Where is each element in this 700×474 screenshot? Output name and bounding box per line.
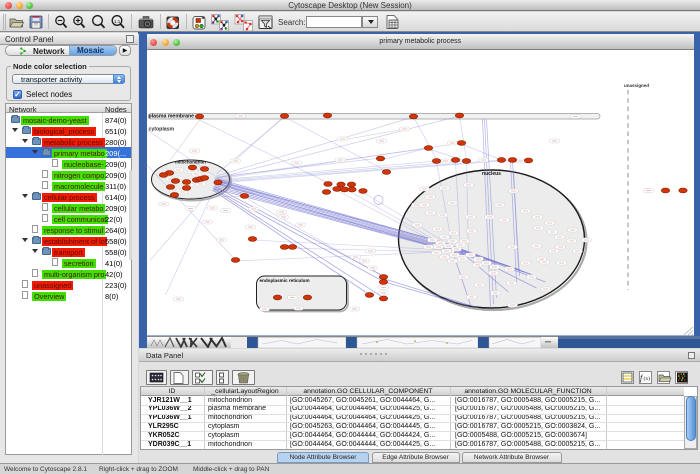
svg-text:plasma membrane: plasma membrane: [148, 114, 194, 120]
svg-text:1:1: 1:1: [114, 19, 121, 24]
svg-text:nucleus: nucleus: [482, 171, 501, 177]
svg-text:endoplasmic reticulum: endoplasmic reticulum: [259, 278, 309, 283]
svg-text:(x): (x): [644, 375, 651, 382]
svg-text:mitochondrion: mitochondrion: [175, 160, 206, 165]
svg-text:cytoplasm: cytoplasm: [148, 127, 174, 133]
svg-text:unassigned: unassigned: [623, 83, 648, 88]
